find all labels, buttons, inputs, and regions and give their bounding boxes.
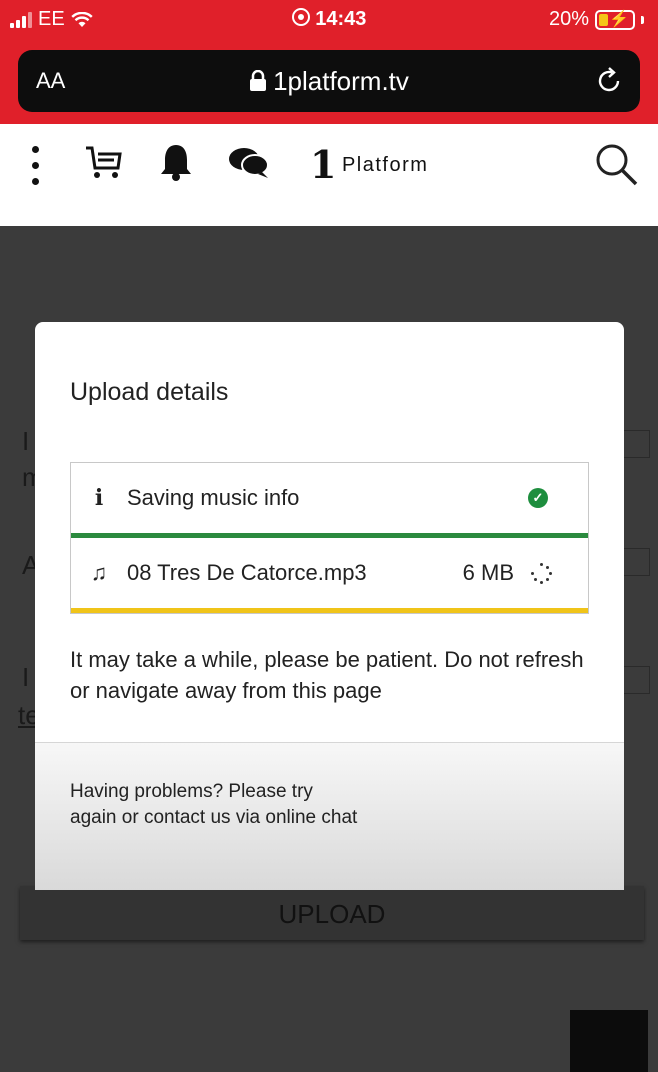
modal-title: Upload details (70, 378, 229, 406)
upload-item-saving: i Saving music info ✓ (71, 463, 588, 538)
upload-item-label: Saving music info (127, 485, 300, 510)
upload-item-label: 08 Tres De Catorce.mp3 (127, 560, 367, 585)
status-bar: EE 14:43 20% ⚡ (0, 0, 658, 38)
status-right: 20% ⚡ (549, 8, 644, 31)
lock-icon (250, 69, 267, 91)
modal-footer: Having problems? Please try again or con… (35, 742, 624, 890)
site-header: 1 Platform (0, 124, 658, 226)
url-text: 1platform.tv (273, 66, 409, 96)
music-note-icon: ♫ (90, 560, 108, 585)
check-circle-icon: ✓ (528, 488, 548, 508)
help-text: Having problems? Please try again or con… (70, 781, 358, 828)
patience-note: It may take a while, please be patient. … (70, 647, 584, 703)
battery-nub (641, 15, 644, 24)
option-checkbox[interactable] (622, 548, 650, 576)
location-icon (291, 8, 310, 26)
bell-icon[interactable] (158, 142, 194, 182)
search-icon[interactable] (594, 142, 640, 188)
cart-icon[interactable] (84, 142, 124, 182)
consent-checkbox[interactable] (622, 666, 650, 694)
browser-toolbar: AA 1platform.tv (0, 38, 658, 124)
upload-list: i Saving music info ✓ ♫ 08 Tres De Cator… (70, 462, 589, 614)
status-time: 14:43 (315, 8, 367, 30)
address-bar[interactable]: AA 1platform.tv (18, 50, 640, 112)
bg-text-fragment: I (22, 662, 30, 692)
reload-icon[interactable] (594, 66, 624, 96)
logo-mark: 1 (310, 142, 338, 187)
terms-checkbox[interactable] (622, 430, 650, 458)
logo-text: Platform (341, 153, 429, 176)
chat-icon[interactable] (228, 146, 270, 180)
battery-charging-icon: ⚡ (595, 9, 635, 30)
battery-percent: 20% (548, 8, 589, 30)
site-logo[interactable]: 1 Platform (310, 146, 428, 184)
loading-spinner-icon (530, 562, 552, 584)
chat-widget-button[interactable] (570, 1010, 648, 1072)
upload-item-file: ♫ 08 Tres De Catorce.mp3 6 MB (71, 538, 588, 613)
file-size: 6 MB (462, 560, 514, 585)
upload-details-modal: Upload details i Saving music info ✓ ♫ 0… (35, 322, 624, 890)
bg-text-fragment: I (22, 426, 30, 456)
url-display[interactable]: 1platform.tv (18, 66, 640, 97)
info-icon: i (94, 485, 104, 511)
menu-dots-icon[interactable] (32, 146, 39, 185)
upload-button[interactable]: UPLOAD (20, 886, 644, 940)
